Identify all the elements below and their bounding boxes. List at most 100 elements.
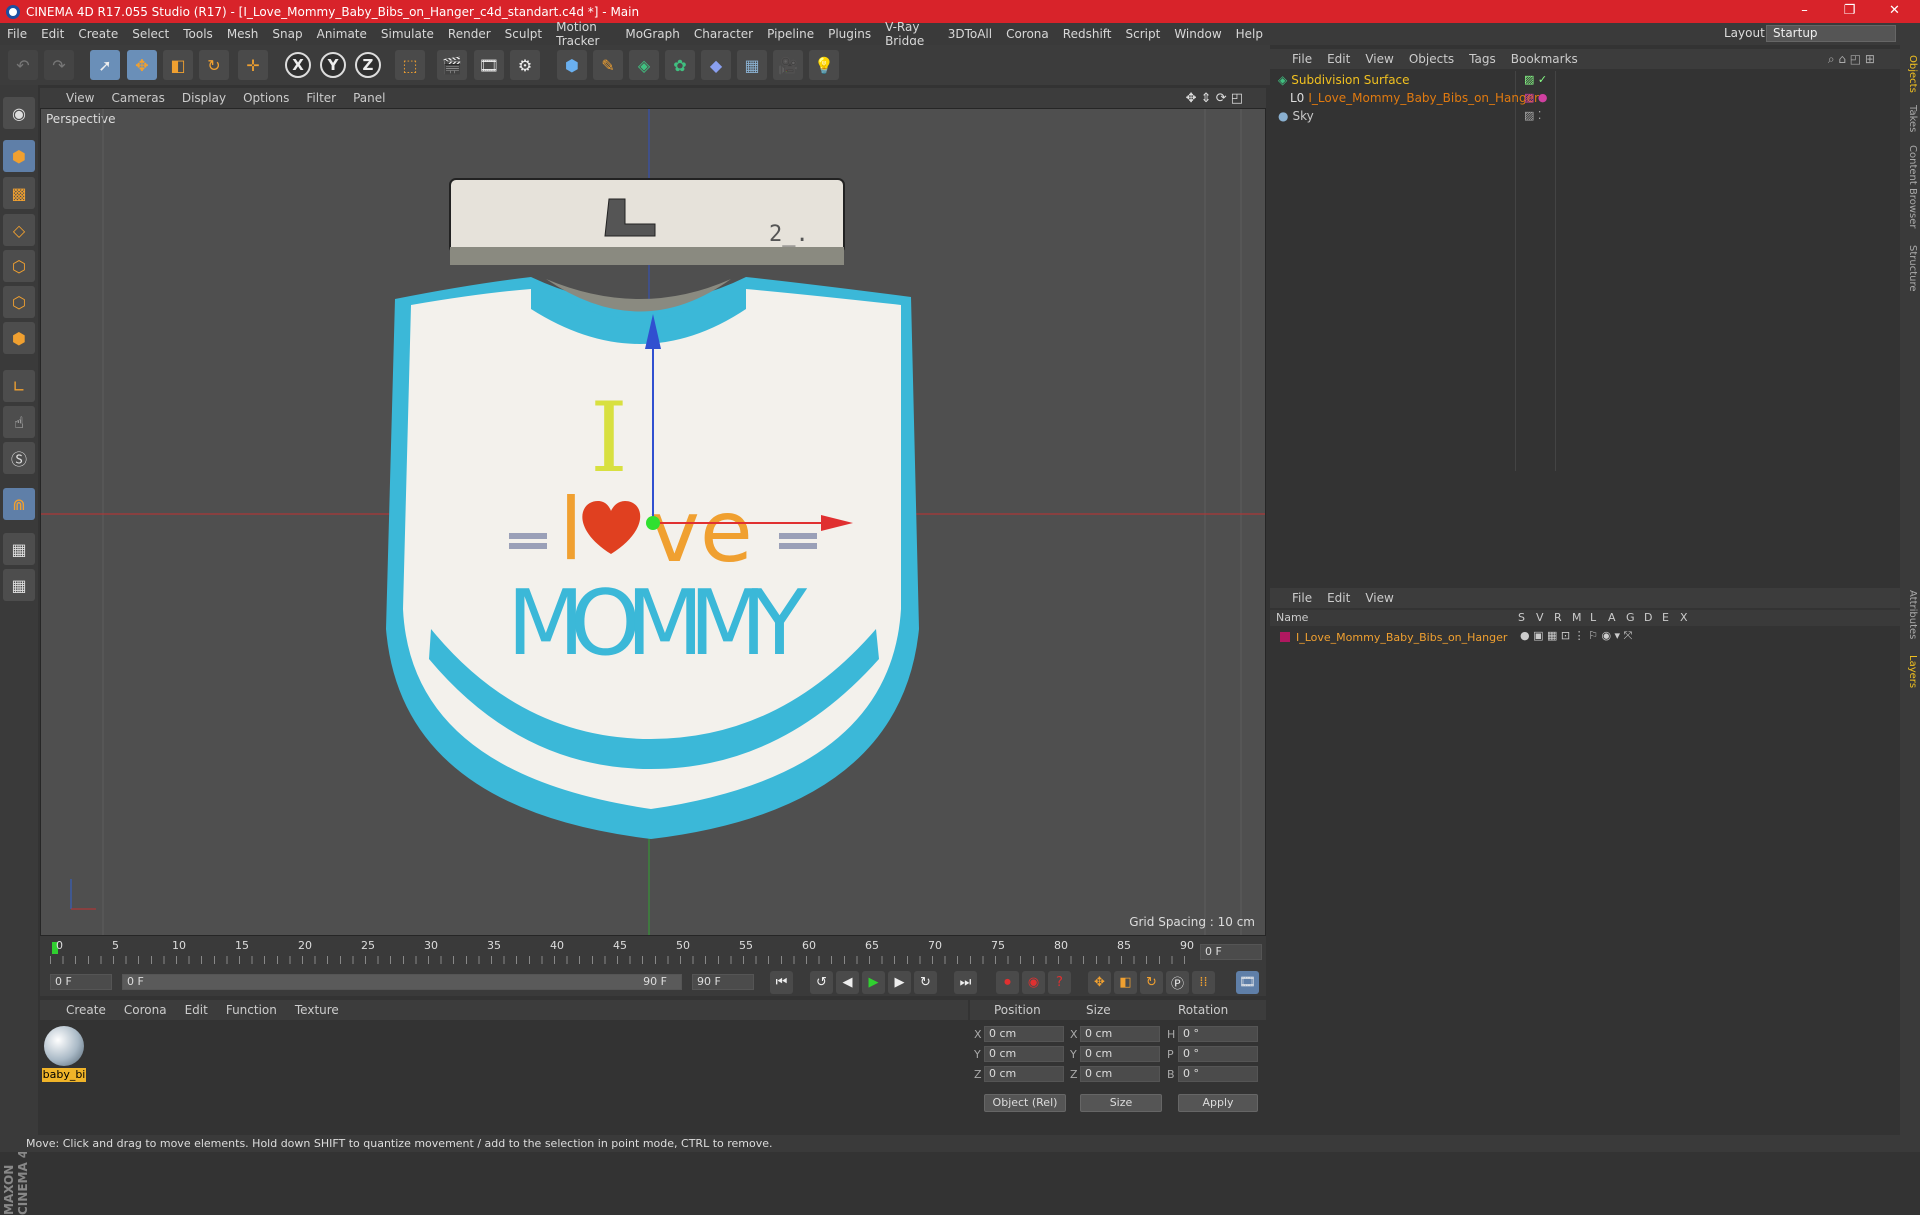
start-frame-field[interactable]: 0 F [50, 974, 112, 990]
key-rotation-icon[interactable]: ↻ [1140, 971, 1163, 994]
make-editable-icon[interactable]: ◉ [3, 97, 35, 129]
model-mode-icon[interactable]: ⬢ [3, 140, 35, 172]
move-tool-icon[interactable]: ✥ [127, 50, 157, 80]
rotation-h-field[interactable]: 0 ° [1178, 1026, 1258, 1042]
axis-mode-icon[interactable]: ∟ [3, 370, 35, 402]
layer-menu-view[interactable]: View [1365, 591, 1393, 605]
object-name[interactable]: Subdivision Surface [1291, 73, 1409, 87]
light-icon[interactable]: 💡 [809, 50, 839, 80]
y-axis-lock-button[interactable]: Y [320, 52, 346, 78]
texture-mode-icon[interactable]: ▩ [3, 177, 35, 209]
object-row-bibs[interactable]: L0 I_Love_Mommy_Baby_Bibs_on_Hanger [1290, 89, 1539, 107]
enabled-check-icon[interactable]: ▨ ✓ [1524, 73, 1547, 86]
go-to-end-icon[interactable]: ⏭ [954, 971, 977, 994]
auto-keying-icon[interactable]: ◉ [1022, 971, 1045, 994]
menu-snap[interactable]: Snap [265, 27, 309, 41]
previous-key-icon[interactable]: ↺ [810, 971, 833, 994]
layer-row[interactable]: I_Love_Mommy_Baby_Bibs_on_Hanger [1280, 628, 1507, 646]
go-to-start-icon[interactable]: ⏮ [770, 971, 793, 994]
size-x-field[interactable]: 0 cm [1080, 1026, 1160, 1042]
material-menu-edit[interactable]: Edit [185, 1003, 208, 1017]
redo-icon[interactable]: ↷ [44, 50, 74, 80]
render-settings-icon[interactable]: ⚙ [510, 50, 540, 80]
material-preview-swatch[interactable] [44, 1026, 84, 1066]
record-keys-icon[interactable]: ⏺ [996, 971, 1019, 994]
undo-icon[interactable]: ↶ [8, 50, 38, 80]
position-z-field[interactable]: 0 cm [984, 1066, 1064, 1082]
coordinate-mode-select[interactable]: Object (Rel) [984, 1094, 1066, 1112]
viewport-menu-filter[interactable]: Filter [306, 91, 336, 105]
next-frame-icon[interactable]: ▶ [888, 971, 911, 994]
menu-vray-bridge[interactable]: V-Ray Bridge [878, 20, 941, 48]
end-frame-field[interactable]: 90 F [692, 974, 754, 990]
visibility-dots-icon[interactable]: ▨ ⁚ [1524, 109, 1541, 122]
tab-layers[interactable]: Layers [1902, 655, 1918, 688]
timeline-ruler[interactable]: 0 5 10 15 20 25 30 35 40 45 50 55 60 65 … [40, 936, 1266, 968]
material-menu-function[interactable]: Function [226, 1003, 277, 1017]
camera-icon[interactable]: 🎥 [773, 50, 803, 80]
viewport-menu-options[interactable]: Options [243, 91, 289, 105]
size-z-field[interactable]: 0 cm [1080, 1066, 1160, 1082]
viewport-nav-icons[interactable]: ✥ ⇕ ⟳ ◰ [1186, 91, 1243, 106]
z-axis-lock-button[interactable]: Z [355, 52, 381, 78]
render-picture-viewer-icon[interactable]: 🎞 [474, 50, 504, 80]
menu-character[interactable]: Character [687, 27, 760, 41]
tweak-mode-icon[interactable]: ☝ [3, 406, 35, 438]
workplane-mode-icon[interactable]: ◇ [3, 214, 35, 246]
menu-edit[interactable]: Edit [34, 27, 71, 41]
frame-range-slider[interactable]: 0 F 90 F [122, 974, 682, 990]
object-menu-view[interactable]: View [1365, 52, 1393, 66]
point-mode-icon[interactable]: ⬡ [3, 250, 35, 282]
menu-window[interactable]: Window [1167, 27, 1228, 41]
viewport-menu-display[interactable]: Display [182, 91, 226, 105]
previous-frame-icon[interactable]: ◀ [836, 971, 859, 994]
render-view-icon[interactable]: 🎬 [437, 50, 467, 80]
material-tag-icon[interactable]: ▨ ● [1524, 91, 1548, 104]
menu-file[interactable]: File [0, 27, 34, 41]
tab-content-browser[interactable]: Content Browser [1902, 145, 1918, 228]
viewport-menu-cameras[interactable]: Cameras [111, 91, 164, 105]
object-name[interactable]: I_Love_Mommy_Baby_Bibs_on_Hanger [1308, 91, 1539, 105]
layer-menu-file[interactable]: File [1292, 591, 1312, 605]
menu-mesh[interactable]: Mesh [220, 27, 266, 41]
menu-create[interactable]: Create [71, 27, 125, 41]
perspective-viewport[interactable]: Perspective 2_. I l ve MOMMY Grid Spacin… [40, 108, 1266, 936]
material-name-label[interactable]: baby_bi [42, 1068, 86, 1082]
object-row-subdivision[interactable]: ◈ Subdivision Surface [1278, 71, 1410, 89]
menu-motion-tracker[interactable]: Motion Tracker [549, 20, 618, 48]
menu-simulate[interactable]: Simulate [374, 27, 441, 41]
object-row-sky[interactable]: ● Sky [1278, 107, 1314, 125]
spline-pen-icon[interactable]: ✎ [593, 50, 623, 80]
maximize-button[interactable]: ❐ [1827, 0, 1872, 23]
keyframe-selection-icon[interactable]: ? [1048, 971, 1071, 994]
material-menu-texture[interactable]: Texture [295, 1003, 339, 1017]
apply-button[interactable]: Apply [1178, 1094, 1258, 1112]
layer-color-swatch[interactable] [1280, 632, 1290, 642]
floor-environment-icon[interactable]: ▦ [737, 50, 767, 80]
object-manager-search-icon[interactable]: ⌕ ⌂ ◰ ⊞ [1828, 52, 1875, 67]
position-x-field[interactable]: 0 cm [984, 1026, 1064, 1042]
coordinate-system-icon[interactable]: ⬚ [395, 50, 425, 80]
object-menu-edit[interactable]: Edit [1327, 52, 1350, 66]
cube-primitive-icon[interactable]: ⬢ [557, 50, 587, 80]
mograph-cloner-icon[interactable]: ✿ [665, 50, 695, 80]
menu-redshift[interactable]: Redshift [1056, 27, 1119, 41]
size-mode-select[interactable]: Size [1080, 1094, 1162, 1112]
layer-menu-edit[interactable]: Edit [1327, 591, 1350, 605]
rotation-p-field[interactable]: 0 ° [1178, 1046, 1258, 1062]
menu-mograph[interactable]: MoGraph [618, 27, 687, 41]
object-menu-bookmarks[interactable]: Bookmarks [1511, 52, 1578, 66]
menu-pipeline[interactable]: Pipeline [760, 27, 821, 41]
material-menu-corona[interactable]: Corona [124, 1003, 167, 1017]
rotation-b-field[interactable]: 0 ° [1178, 1066, 1258, 1082]
tab-objects[interactable]: Objects [1902, 55, 1918, 93]
minimize-button[interactable]: – [1782, 0, 1827, 23]
layer-flags-icons[interactable]: ● ▣ ▦ ⊡ ⋮ ⚐ ◉ ▾ ⤧ [1520, 629, 1632, 643]
tab-structure[interactable]: Structure [1902, 245, 1918, 292]
tab-attributes[interactable]: Attributes [1902, 590, 1918, 639]
key-scale-icon[interactable]: ◧ [1114, 971, 1137, 994]
viewport-menu-view[interactable]: View [66, 91, 94, 105]
layer-name[interactable]: I_Love_Mommy_Baby_Bibs_on_Hanger [1296, 631, 1507, 644]
subdivision-surface-icon[interactable]: ◈ [629, 50, 659, 80]
next-key-icon[interactable]: ↻ [914, 971, 937, 994]
